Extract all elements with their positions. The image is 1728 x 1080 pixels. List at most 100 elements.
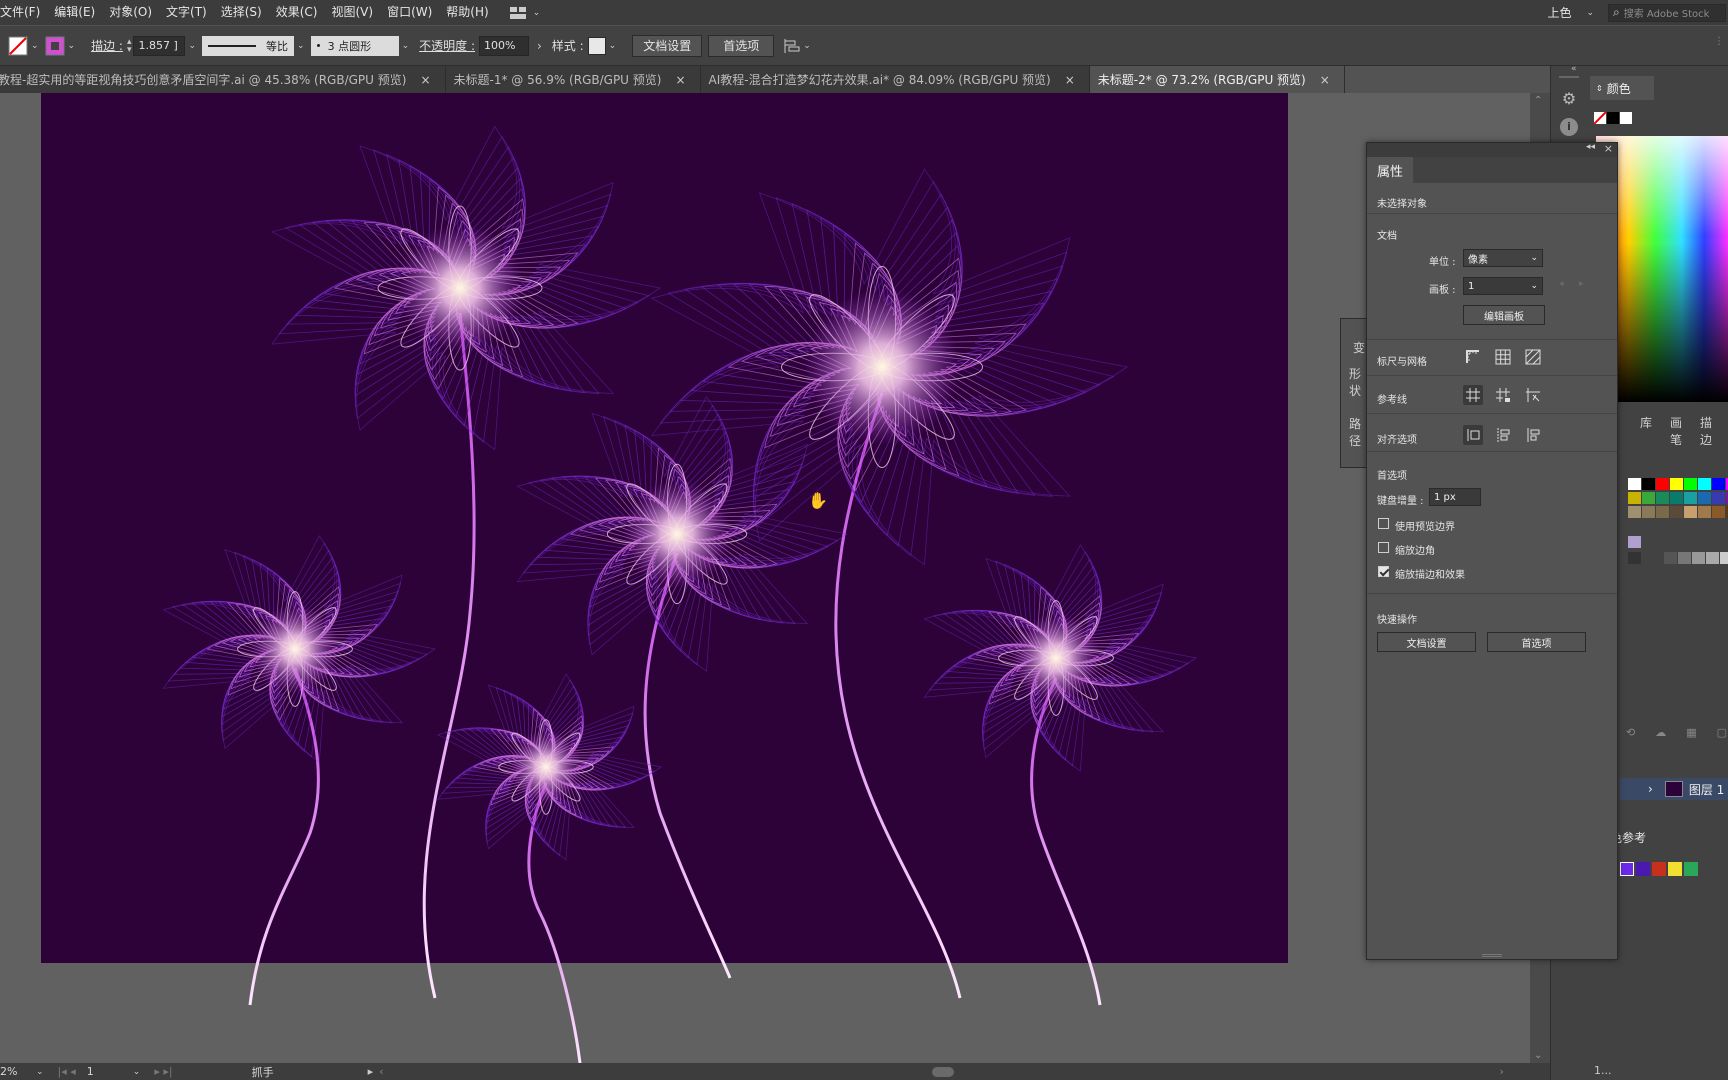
scale-strokes-checkbox[interactable]	[1378, 566, 1389, 577]
cloud-icon[interactable]: ☁	[1655, 726, 1666, 742]
chevron-down-icon[interactable]: ⌄	[36, 1067, 44, 1077]
color-swatch[interactable]	[1628, 506, 1641, 518]
scroll-up-icon[interactable]: ⌃	[1534, 95, 1542, 106]
color-swatch[interactable]	[1712, 492, 1725, 504]
stroke-weight-field[interactable]: 1.857 ]	[133, 35, 186, 56]
properties-gear-icon[interactable]: ⚙	[1560, 90, 1578, 108]
fill-swatch[interactable]: ⌄	[8, 36, 39, 56]
first-artboard-icon[interactable]: |◂ ◂	[58, 1065, 76, 1078]
color-swatch[interactable]	[1628, 478, 1641, 490]
stroke-swatch[interactable]: ⌄	[45, 36, 75, 56]
color-swatch[interactable]	[1698, 492, 1711, 504]
color-mode-swatches[interactable]	[1594, 112, 1634, 124]
guide-swatch[interactable]	[1668, 862, 1682, 876]
use-preview-bounds-checkbox[interactable]	[1378, 518, 1389, 529]
brush-definition[interactable]: 3 点圆形 ⌄	[310, 35, 409, 56]
color-swatch[interactable]	[1698, 506, 1711, 518]
menu-edit[interactable]: 编辑(E)	[47, 0, 102, 25]
color-swatch[interactable]	[1628, 536, 1641, 548]
menu-help[interactable]: 帮助(H)	[439, 0, 495, 25]
chevron-right-icon[interactable]: ›	[537, 39, 542, 53]
color-swatch[interactable]	[1692, 552, 1705, 564]
keyboard-increment-field[interactable]: 1 px	[1429, 488, 1481, 506]
color-guide-tab[interactable]: 色参考	[1610, 826, 1690, 848]
guide-swatch[interactable]	[1652, 862, 1666, 876]
tab-document-1[interactable]: 教程-超实用的等距视角技巧创意矛盾空间字.ai @ 45.38% (RGB/GP…	[0, 66, 446, 93]
workspace-switcher[interactable]: 上色	[1547, 4, 1571, 21]
scroll-down-icon[interactable]: ⌄	[1534, 1050, 1542, 1061]
grid-icon[interactable]	[1493, 347, 1513, 367]
arrange-button[interactable]: ⌄	[784, 38, 811, 53]
collapse-panel-icon[interactable]: ◂◂	[1586, 142, 1595, 152]
color-swatch[interactable]	[1628, 492, 1641, 504]
lock-guides-icon[interactable]	[1493, 385, 1513, 405]
layer-name[interactable]: 图层 1	[1689, 781, 1724, 798]
arrange-documents-button[interactable]: ⌄	[509, 6, 554, 19]
grid-icon[interactable]: ▦	[1686, 726, 1696, 742]
color-swatch[interactable]	[1642, 478, 1655, 490]
guide-swatch[interactable]	[1684, 862, 1698, 876]
color-swatch[interactable]	[1628, 552, 1641, 564]
document-setup-button[interactable]: 文档设置	[632, 34, 703, 57]
edit-artboards-button[interactable]: 编辑画板	[1463, 305, 1545, 325]
tab-properties[interactable]: 属性	[1367, 157, 1413, 183]
tab-stroke[interactable]: 描边	[1700, 414, 1712, 447]
color-swatch[interactable]	[1712, 478, 1725, 490]
ruler-icon[interactable]	[1463, 347, 1483, 367]
scale-corners-checkbox[interactable]	[1378, 542, 1389, 553]
color-swatch[interactable]	[1670, 478, 1683, 490]
color-swatch[interactable]	[1670, 492, 1683, 504]
preferences-button[interactable]: 首选项	[708, 34, 775, 57]
color-swatch[interactable]	[1656, 478, 1669, 490]
resize-grip[interactable]	[1482, 954, 1502, 957]
next-artboard-icon[interactable]: ▸ ▸|	[154, 1065, 172, 1078]
panel-grip-icon[interactable]	[1559, 76, 1579, 78]
tab-brushes[interactable]: 画笔	[1670, 414, 1682, 447]
close-icon[interactable]: ×	[1065, 73, 1075, 87]
next-artboard-icon[interactable]: ▸	[1579, 279, 1584, 289]
menu-file[interactable]: 文件(F)	[0, 0, 47, 25]
quick-document-setup-button[interactable]: 文档设置	[1377, 632, 1476, 652]
snap-to-point-icon[interactable]	[1463, 425, 1483, 445]
color-swatch[interactable]	[1670, 506, 1683, 518]
guide-swatch[interactable]	[1636, 862, 1650, 876]
chevron-right-icon[interactable]: ›	[1648, 782, 1653, 796]
color-swatch[interactable]	[1642, 506, 1655, 518]
color-swatch[interactable]	[1684, 506, 1697, 518]
color-swatch[interactable]	[1684, 492, 1697, 504]
color-swatch[interactable]	[1656, 492, 1669, 504]
layer-row[interactable]: › 图层 1	[1620, 778, 1728, 800]
snap-to-glyph-icon[interactable]	[1523, 425, 1543, 445]
color-swatch[interactable]	[1664, 552, 1677, 564]
color-swatch[interactable]	[1678, 552, 1691, 564]
smart-guides-icon[interactable]	[1523, 385, 1543, 405]
stroke-weight-stepper[interactable]: ▴ ▾ 1.857 ] ⌄	[127, 35, 196, 56]
menu-view[interactable]: 视图(V)	[324, 0, 380, 25]
artboard-select[interactable]: 1 ⌄	[1463, 277, 1543, 295]
prev-artboard-icon[interactable]: ◂	[1559, 279, 1564, 289]
close-icon[interactable]: ×	[675, 73, 685, 87]
snap-to-pixel-icon[interactable]	[1493, 425, 1513, 445]
menu-object[interactable]: 对象(O)	[102, 0, 159, 25]
page-icon[interactable]: ▢	[1717, 726, 1727, 742]
quick-preferences-button[interactable]: 首选项	[1487, 632, 1586, 652]
guides-icon[interactable]	[1463, 385, 1483, 405]
color-swatch[interactable]	[1698, 478, 1711, 490]
color-swatch[interactable]	[1712, 506, 1725, 518]
chevron-down-icon[interactable]: ⌄	[133, 1067, 141, 1077]
color-swatch[interactable]	[1684, 478, 1697, 490]
graphic-style-picker[interactable]: ⌄	[587, 36, 616, 55]
tab-document-3[interactable]: AI教程-混合打造梦幻花卉效果.ai* @ 84.09% (RGB/GPU 预览…	[701, 66, 1090, 93]
color-swatch[interactable]	[1706, 552, 1719, 564]
panel-titlebar[interactable]: ◂◂ ×	[1367, 142, 1617, 157]
artboard-number-field[interactable]: 1	[87, 1065, 127, 1078]
guide-swatch[interactable]	[1620, 862, 1634, 876]
horizontal-scrollbar[interactable]	[397, 1066, 1497, 1077]
menu-type[interactable]: 文字(T)	[159, 0, 214, 25]
close-icon[interactable]: ×	[1604, 142, 1613, 155]
color-swatch[interactable]	[1720, 552, 1728, 564]
tab-document-2[interactable]: 未标题-1* @ 56.9% (RGB/GPU 预览) ×	[446, 66, 701, 93]
zoom-field[interactable]: 2%	[0, 1065, 30, 1078]
stock-search-input[interactable]: ⌕ 搜索 Adobe Stock	[1608, 3, 1726, 22]
transparency-grid-icon[interactable]	[1523, 347, 1543, 367]
